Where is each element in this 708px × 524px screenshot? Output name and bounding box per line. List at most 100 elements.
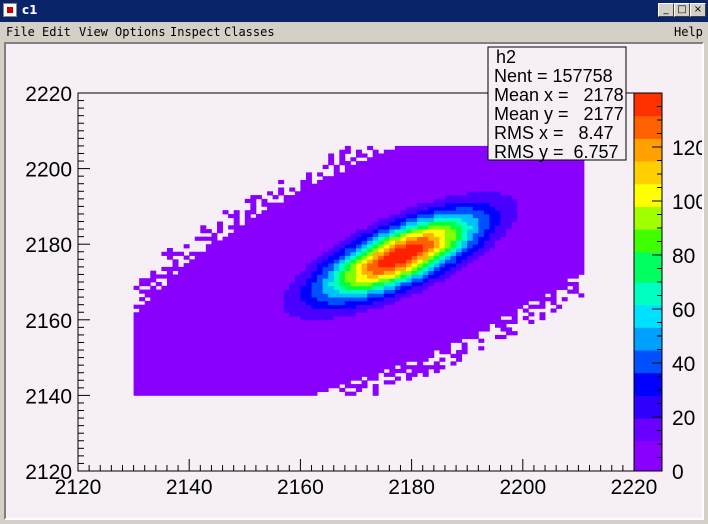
heatmap-cell [233,274,240,279]
heatmap-cell [261,387,268,393]
heatmap-cell [294,225,301,230]
heatmap-cell [244,300,251,306]
heatmap-cell [433,187,440,192]
heatmap-cell [300,183,307,188]
heatmap-cell [261,198,268,204]
heatmap-cell [317,266,324,272]
menu-view[interactable]: View [79,25,108,39]
heatmap-cell [311,285,318,290]
heatmap-cell [322,376,329,381]
heatmap-cell [283,255,290,260]
heatmap-cell [456,282,463,287]
heatmap-cell [439,164,446,169]
heatmap-cell [283,372,290,377]
maximize-button[interactable]: □ [674,3,690,17]
heatmap-cell [333,183,340,188]
heatmap-cell [367,195,374,200]
heatmap-cell [400,168,407,173]
heatmap-cell [194,259,201,264]
menu-options[interactable]: Options [115,25,166,39]
heatmap-cell [411,266,418,272]
heatmap-cell [472,187,479,192]
z-tick-label: 60 [672,299,695,322]
heatmap-cell [578,183,585,188]
heatmap-cell [317,293,324,298]
heatmap-cell [289,308,296,313]
title-bar[interactable]: c1 _ □ × [0,0,708,22]
heatmap-cell [300,247,307,253]
menu-inspect[interactable]: Inspect [170,25,221,39]
menu-classes[interactable]: Classes [224,25,275,39]
heatmap-cell [244,334,251,340]
heatmap-cell [439,331,446,336]
heatmap-cell [356,247,362,253]
heatmap-cell [294,361,301,366]
heatmap-cell [539,282,546,287]
heatmap-cell [478,300,485,306]
heatmap-cell [194,278,201,283]
heatmap-cell [155,282,162,287]
heatmap-cell [472,274,479,279]
menu-file[interactable]: File [6,25,35,39]
heatmap-cell [172,361,179,366]
heatmap-cell [389,368,396,374]
heatmap-cell [450,168,457,173]
heatmap-cell [194,391,201,396]
heatmap-cell [550,266,557,272]
heatmap-cell [550,168,557,173]
heatmap-cell [394,195,401,200]
heatmap-cell [255,217,262,222]
close-button[interactable]: × [690,3,706,17]
heatmap-cell [417,327,424,332]
minimize-button[interactable]: _ [658,3,674,17]
heatmap-cell [178,372,185,377]
heatmap-cell [322,342,329,347]
heatmap-cell [155,372,162,377]
heatmap-cell [155,391,162,396]
heatmap-cell [356,316,362,321]
heatmap-cell [428,176,435,181]
heatmap-cell [472,210,479,215]
menu-edit[interactable]: Edit [42,25,71,39]
heatmap-cell [283,350,290,355]
heatmap-cell [422,157,429,162]
heatmap-cell [389,187,396,192]
heatmap-cell [233,338,240,343]
heatmap-cell [472,145,479,151]
palette-swatch [634,259,662,268]
heatmap-cell [144,334,151,340]
heatmap-cell [217,247,223,253]
heatmap-cell [467,282,474,287]
heatmap-cell [267,376,273,381]
heatmap-cell [166,274,173,279]
heatmap-cell [450,172,457,177]
heatmap-cell [383,342,390,347]
heatmap-cell [294,308,301,313]
heatmap-cell [283,323,290,328]
heatmap-cell [450,323,457,328]
heatmap-cell [389,168,396,173]
heatmap-cell [356,323,362,328]
stats-box[interactable]: h2 Nent = 157758 Mean x = 2178 Mean y = … [487,46,627,162]
heatmap-cell [222,376,229,381]
heatmap-cell [211,353,218,358]
menu-help[interactable]: Help [674,25,703,39]
heatmap-cell [572,183,579,188]
heatmap-cell [200,285,207,290]
heatmap-cell [578,293,585,298]
heatmap-cell [539,172,546,177]
heatmap-cell [444,217,451,222]
palette-swatch [634,289,662,298]
heatmap-cell [383,157,390,162]
heatmap-cell [244,259,251,264]
histogram-plot[interactable]: 2120 2140 2160 2180 2200 2220 212021402160218… [6,44,707,518]
heatmap-cell [344,168,351,173]
heatmap-cell [166,255,173,260]
heatmap-cell [294,202,301,207]
canvas-area[interactable]: 2120 2140 2160 2180 2200 2220 2120 2140 2160 218… [4,42,707,520]
heatmap-cell [495,270,501,275]
heatmap-cell [239,391,246,396]
heatmap-cell [239,316,246,321]
heatmap-cell [394,153,401,158]
heatmap-cell [322,353,329,358]
